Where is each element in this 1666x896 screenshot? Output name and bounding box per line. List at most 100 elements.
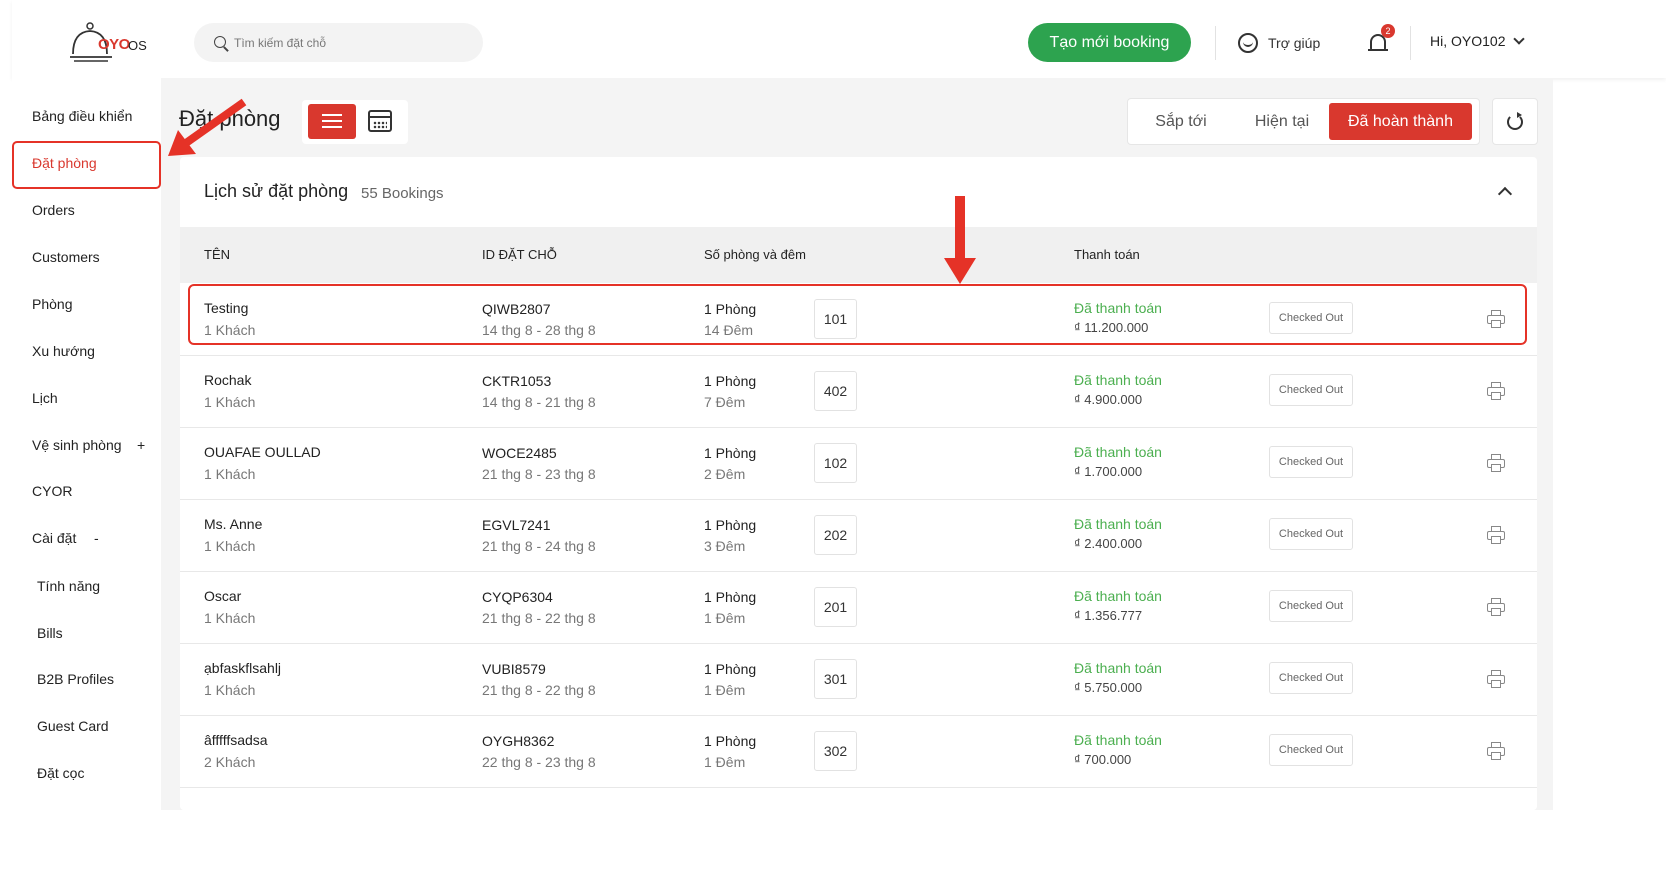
column-header-payment: Thanh toán [1074,247,1140,262]
payment-amount: ₫ 2.400.000 [1074,536,1143,551]
column-header-rooms-nights: Số phòng và đêm [704,247,806,262]
table-row[interactable]: Rochak 1 Khách CKTR1053 14 thg 8 - 21 th… [180,356,1537,428]
column-header-name: TÊN [204,247,230,262]
sidebar-item-cyor[interactable]: CYOR [32,483,72,499]
user-menu[interactable]: Hi, OYO102 [1430,33,1526,49]
payment-status: Đã thanh toán [1074,660,1162,676]
search-input[interactable] [234,23,464,62]
payment-status: Đã thanh toán [1074,516,1162,532]
new-booking-button[interactable]: Tạo mới booking [1028,23,1191,62]
sidebar-item-housekeeping[interactable]: Vệ sinh phòng [32,437,122,453]
sidebar-item-deposit[interactable]: Đặt cọc [37,765,84,781]
print-icon[interactable] [1487,526,1505,544]
table-row[interactable]: OUAFAE OULLAD 1 Khách WOCE2485 21 thg 8 … [180,428,1537,500]
guest-name: Oscar [204,588,242,604]
section-count: 55 Bookings [361,185,444,202]
sidebar-item-trends[interactable]: Xu hướng [32,343,95,359]
stay-dates: 21 thg 8 - 22 thg 8 [482,682,596,698]
sidebar-item-calendar[interactable]: Lịch [32,390,58,406]
print-icon[interactable] [1487,598,1505,616]
status-badge: Checked Out [1269,374,1353,406]
sidebar-item-dashboard[interactable]: Bảng điều khiển [32,108,132,124]
night-count: 3 Đêm [704,538,746,554]
guest-count: 1 Khách [204,538,256,554]
payment-status: Đã thanh toán [1074,372,1162,388]
search-icon [214,36,226,48]
sidebar-item-settings[interactable]: Cài đặt [32,530,76,546]
payment-amount: ₫ 4.900.000 [1074,392,1143,407]
help-link[interactable]: Trợ giúp [1238,32,1320,54]
guest-count: 1 Khách [204,394,256,410]
room-number: 301 [814,659,857,699]
print-icon[interactable] [1487,670,1505,688]
booking-id: EGVL7241 [482,517,551,533]
user-greeting: Hi, OYO102 [1430,33,1506,49]
booking-id: WOCE2485 [482,445,557,461]
print-icon[interactable] [1487,742,1505,760]
column-header-booking-id: ID ĐẶT CHỖ [482,247,557,262]
table-row[interactable]: Ms. Anne 1 Khách EGVL7241 21 thg 8 - 24 … [180,500,1537,572]
header-divider [1215,26,1216,60]
stay-dates: 21 thg 8 - 24 thg 8 [482,538,596,554]
status-tabs: Sắp tới Hiện tại Đã hoàn thành [1127,98,1480,145]
support-agent-icon [1238,33,1258,53]
booking-id: CYQP6304 [482,589,553,605]
guest-name: âfffffsadsa [204,732,268,748]
status-badge: Checked Out [1269,590,1353,622]
room-count: 1 Phòng [704,589,757,605]
payment-amount: ₫ 700.000 [1074,752,1132,767]
status-badge: Checked Out [1269,734,1353,766]
status-badge: Checked Out [1269,662,1353,694]
guest-name: OUAFAE OULLAD [204,444,321,460]
refresh-icon [1507,112,1523,130]
print-icon[interactable] [1487,382,1505,400]
table-row[interactable] [180,788,1537,810]
sidebar-item-orders[interactable]: Orders [32,202,75,218]
logo-suffix: OS [128,38,147,53]
stay-dates: 21 thg 8 - 23 thg 8 [482,466,596,482]
help-label: Trợ giúp [1268,35,1321,51]
tab-completed[interactable]: Đã hoàn thành [1329,103,1472,140]
table-row[interactable]: âfffffsadsa 2 Khách OYGH8362 22 thg 8 - … [180,716,1537,788]
print-icon[interactable] [1487,454,1505,472]
annotation-arrow-icon [944,196,976,284]
booking-id: CKTR1053 [482,373,552,389]
table-row[interactable]: Oscar 1 Khách CYQP6304 21 thg 8 - 22 thg… [180,572,1537,644]
room-number: 202 [814,515,857,555]
calendar-view-icon[interactable] [368,110,392,132]
booking-id: VUBI8579 [482,661,546,677]
chevron-up-icon[interactable] [1497,186,1513,202]
payment-amount: ₫ 1.700.000 [1074,464,1143,479]
guest-name: Ms. Anne [204,516,263,532]
sidebar-item-bills[interactable]: Bills [37,625,63,641]
refresh-button[interactable] [1492,98,1538,145]
app-root: OYO OS Tạo mới booking Trợ giúp 2 Hi, OY… [0,0,1666,896]
view-toggle [302,100,408,144]
night-count: 1 Đêm [704,610,746,626]
tab-current[interactable]: Hiện tại [1234,99,1330,144]
oyo-os-logo[interactable]: OYO OS [70,22,160,66]
room-number: 302 [814,731,857,771]
payment-amount: ₫ 5.750.000 [1074,680,1143,695]
stay-dates: 22 thg 8 - 23 thg 8 [482,754,596,770]
expand-plus-icon[interactable]: + [137,437,145,453]
tab-upcoming[interactable]: Sắp tới [1128,99,1234,144]
booking-id: OYGH8362 [482,733,555,749]
guest-count: 1 Khách [204,682,256,698]
room-count: 1 Phòng [704,733,757,749]
payment-status: Đã thanh toán [1074,444,1162,460]
sidebar-item-rooms[interactable]: Phòng [32,296,72,312]
sidebar-item-customers[interactable]: Customers [32,249,100,265]
collapse-minus-icon[interactable]: - [94,530,99,546]
guest-count: 2 Khách [204,754,256,770]
search-bar[interactable] [194,23,483,62]
sidebar-item-guest-card[interactable]: Guest Card [37,718,109,734]
status-badge: Checked Out [1269,518,1353,550]
sidebar-item-b2b-profiles[interactable]: B2B Profiles [37,671,114,687]
room-count: 1 Phòng [704,373,757,389]
room-count: 1 Phòng [704,661,757,677]
sidebar-item-features[interactable]: Tính năng [37,578,100,594]
table-row[interactable]: ạbfaskflsahlj 1 Khách VUBI8579 21 thg 8 … [180,644,1537,716]
table-header: TÊN ID ĐẶT CHỖ Số phòng và đêm Thanh toá… [180,227,1537,283]
list-view-button[interactable] [308,104,356,139]
